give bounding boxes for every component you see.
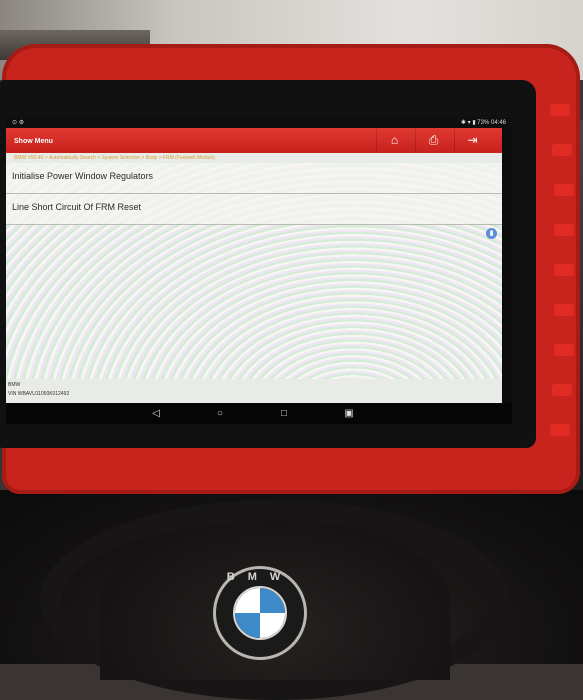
exit-icon: ⇥ [467, 133, 478, 147]
home-icon: ⌂ [390, 133, 399, 147]
bumper-ridge [554, 184, 574, 196]
battery-percent: 73% [477, 120, 490, 126]
bmw-roundel [233, 586, 287, 640]
bumper-ridge [550, 424, 570, 436]
tablet-screen: ⊙ ⚙ ✱ ▾ ▮ 73% 04:46 Show Menu ⌂ ⎙ ⇥ BMW … [6, 118, 512, 424]
vehicle-vin: VIN WBAVU11050K012492 [8, 391, 70, 397]
bluetooth-icon: ✱ [460, 120, 466, 126]
bumper-ridge [554, 304, 574, 316]
wifi-icon: ▾ [467, 120, 471, 126]
menu-list: Initialise Power Window Regulators Line … [6, 163, 502, 379]
menu-item-initialise-power-window[interactable]: Initialise Power Window Regulators [6, 163, 502, 194]
menu-item-label: Line Short Circuit Of FRM Reset [12, 202, 142, 212]
page-title: Show Menu [14, 138, 53, 145]
screenshot-icon[interactable]: ▣ [342, 407, 356, 421]
printer-icon: ⎙ [428, 132, 439, 147]
android-status-bar: ⊙ ⚙ ✱ ▾ ▮ 73% 04:46 [6, 118, 512, 128]
notification-icons: ⊙ ⚙ [12, 120, 25, 126]
bumper-ridge [550, 104, 570, 116]
bmw-logo: BMW [213, 566, 307, 660]
android-nav-bar: ◁ ○ □ ▣ [6, 403, 512, 424]
print-button[interactable]: ⎙ [415, 129, 451, 151]
breadcrumb: BMW V50.40 > Automatically Search > Syst… [6, 153, 502, 163]
bmw-logo-letters: BMW [226, 571, 294, 583]
bumper-ridge [554, 344, 574, 356]
bumper-ridge [554, 224, 574, 236]
clock: 04:46 [490, 120, 506, 126]
recents-square-icon[interactable]: □ [277, 407, 291, 421]
back-triangle-icon[interactable]: ◁ [149, 407, 163, 421]
bumper-ridge [552, 144, 572, 156]
menu-item-label: Initialise Power Window Regulators [12, 171, 154, 181]
scroll-indicator-icon[interactable]: ▮ [486, 228, 497, 239]
bumper-ridge [552, 384, 572, 396]
app-header: Show Menu ⌂ ⎙ ⇥ [6, 128, 502, 153]
status-indicators: ✱ ▾ ▮ 73% 04:46 [461, 118, 506, 128]
battery-icon: ▮ [472, 120, 476, 126]
vehicle-info-footer: BMW VIN WBAVU11050K012492 [6, 379, 502, 403]
exit-button[interactable]: ⇥ [454, 129, 490, 151]
home-circle-icon[interactable]: ○ [213, 407, 227, 421]
bumper-ridge [554, 264, 574, 276]
home-button[interactable]: ⌂ [376, 129, 412, 151]
vehicle-make: BMW [8, 382, 21, 388]
menu-item-line-short-circuit-reset[interactable]: Line Short Circuit Of FRM Reset [6, 194, 502, 225]
